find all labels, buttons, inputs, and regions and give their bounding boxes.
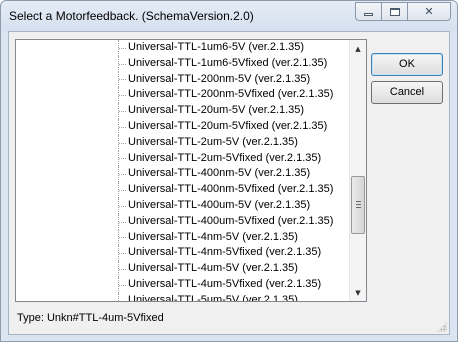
list-item[interactable]: Universal-TTL-1um6-5V (ver.2.1.35) <box>16 40 350 56</box>
list-item[interactable]: Universal-TTL-4nm-5V (ver.2.1.35) <box>16 229 350 246</box>
tree-connector <box>118 213 126 230</box>
list-item[interactable]: Universal-TTL-20um-5V (ver.2.1.35) <box>16 103 350 119</box>
caption-buttons: ✕ <box>355 2 451 22</box>
list-item-label: Universal-TTL-200nm-5V (ver.2.1.35) <box>128 72 311 85</box>
tree-connector <box>118 71 126 88</box>
scroll-up-button[interactable]: ▲ <box>350 40 366 57</box>
dialog-client-area: Universal-TTL-1um6-5V (ver.2.1.35) Univer… <box>8 31 450 335</box>
type-status-text: Type: Unkn#TTL-4um-5Vfixed <box>17 312 164 324</box>
minimize-button[interactable] <box>355 2 381 21</box>
window-title: Select a Motorfeedback. (SchemaVersion.2… <box>9 9 254 23</box>
tree-connector <box>118 134 126 151</box>
list-item[interactable]: Universal-TTL-200nm-5V (ver.2.1.35) <box>16 71 350 88</box>
list-item-label: Universal-TTL-400um-5Vfixed (ver.2.1.35) <box>128 214 334 227</box>
list-item[interactable]: Universal-TTL-1um6-5Vfixed (ver.2.1.35) <box>16 55 350 72</box>
tree-connector <box>118 150 126 167</box>
tree-connector <box>118 276 126 293</box>
list-item-label: Universal-TTL-5um-5V (ver.2.1.35) <box>128 293 298 302</box>
maximize-icon <box>389 7 400 16</box>
tree-connector <box>118 182 126 198</box>
tree-connector <box>118 292 126 301</box>
tree-connector <box>118 55 126 72</box>
chevron-up-icon: ▲ <box>355 44 361 53</box>
close-button[interactable]: ✕ <box>407 2 451 21</box>
tree-connector <box>118 118 126 135</box>
resize-grip-icon[interactable] <box>437 322 447 332</box>
tree-connector <box>118 87 126 104</box>
list-item-label: Universal-TTL-20um-5V (ver.2.1.35) <box>128 104 305 117</box>
list-item[interactable]: Universal-TTL-400um-5Vfixed (ver.2.1.35) <box>16 213 350 230</box>
list-item[interactable]: Universal-TTL-4um-5V (ver.2.1.35) <box>16 261 350 277</box>
scroll-thumb[interactable] <box>351 176 365 234</box>
grip-icon <box>356 201 361 208</box>
list-item-label: Universal-TTL-1um6-5V (ver.2.1.35) <box>128 41 305 53</box>
list-item[interactable]: Universal-TTL-5um-5V (ver.2.1.35) <box>16 292 350 302</box>
list-item[interactable]: Universal-TTL-2um-5V (ver.2.1.35) <box>16 134 350 151</box>
list-item-label: Universal-TTL-400nm-5Vfixed (ver.2.1.35) <box>128 183 334 196</box>
list-item-label: Universal-TTL-200nm-5Vfixed (ver.2.1.35) <box>128 88 334 101</box>
list-item[interactable]: Universal-TTL-4um-5Vfixed (ver.2.1.35) <box>16 276 350 293</box>
dialog-window: Select a Motorfeedback. (SchemaVersion.2… <box>0 0 458 342</box>
list-item[interactable]: Universal-TTL-4nm-5Vfixed (ver.2.1.35) <box>16 245 350 262</box>
list-item-label: Universal-TTL-1um6-5Vfixed (ver.2.1.35) <box>128 56 328 69</box>
maximize-button[interactable] <box>381 2 407 21</box>
list-item-label: Universal-TTL-400nm-5V (ver.2.1.35) <box>128 167 311 180</box>
list-item[interactable]: Universal-TTL-400um-5V (ver.2.1.35) <box>16 197 350 214</box>
tree-connector <box>118 229 126 246</box>
list-item-label: Universal-TTL-20um-5Vfixed (ver.2.1.35) <box>128 119 328 132</box>
list-item-label: Universal-TTL-4nm-5Vfixed (ver.2.1.35) <box>128 246 322 259</box>
list-item-label: Universal-TTL-2um-5Vfixed (ver.2.1.35) <box>128 151 322 164</box>
list-item[interactable]: Universal-TTL-400nm-5Vfixed (ver.2.1.35) <box>16 182 350 198</box>
list-item[interactable]: Universal-TTL-2um-5Vfixed (ver.2.1.35) <box>16 150 350 167</box>
ok-button[interactable]: OK <box>371 53 443 76</box>
close-icon: ✕ <box>424 5 434 18</box>
list-item-label: Universal-TTL-2um-5V (ver.2.1.35) <box>128 135 298 148</box>
list-item[interactable]: Universal-TTL-400nm-5V (ver.2.1.35) <box>16 166 350 183</box>
tree-connector <box>118 166 126 183</box>
title-bar[interactable]: Select a Motorfeedback. (SchemaVersion.2… <box>1 1 457 31</box>
tree-connector <box>118 103 126 119</box>
scroll-down-button[interactable]: ▼ <box>350 284 366 301</box>
list-rows: Universal-TTL-1um6-5V (ver.2.1.35) Univer… <box>16 40 350 302</box>
minimize-icon <box>364 13 373 16</box>
vertical-scrollbar[interactable]: ▲ ▼ <box>349 40 366 301</box>
cancel-button[interactable]: Cancel <box>371 81 443 104</box>
list-item[interactable]: Universal-TTL-20um-5Vfixed (ver.2.1.35) <box>16 118 350 135</box>
list-item[interactable]: Universal-TTL-200nm-5Vfixed (ver.2.1.35) <box>16 87 350 104</box>
chevron-down-icon: ▼ <box>355 288 361 297</box>
tree-connector <box>118 197 126 214</box>
tree-connector <box>118 40 126 56</box>
list-item-label: Universal-TTL-4nm-5V (ver.2.1.35) <box>128 230 298 243</box>
list-item-label: Universal-TTL-4um-5V (ver.2.1.35) <box>128 262 298 275</box>
list-item-label: Universal-TTL-400um-5V (ver.2.1.35) <box>128 198 311 211</box>
tree-connector <box>118 261 126 277</box>
motorfeedback-tree-list[interactable]: Universal-TTL-1um6-5V (ver.2.1.35) Univer… <box>15 39 367 302</box>
tree-connector <box>118 245 126 262</box>
list-item-label: Universal-TTL-4um-5Vfixed (ver.2.1.35) <box>128 277 322 290</box>
